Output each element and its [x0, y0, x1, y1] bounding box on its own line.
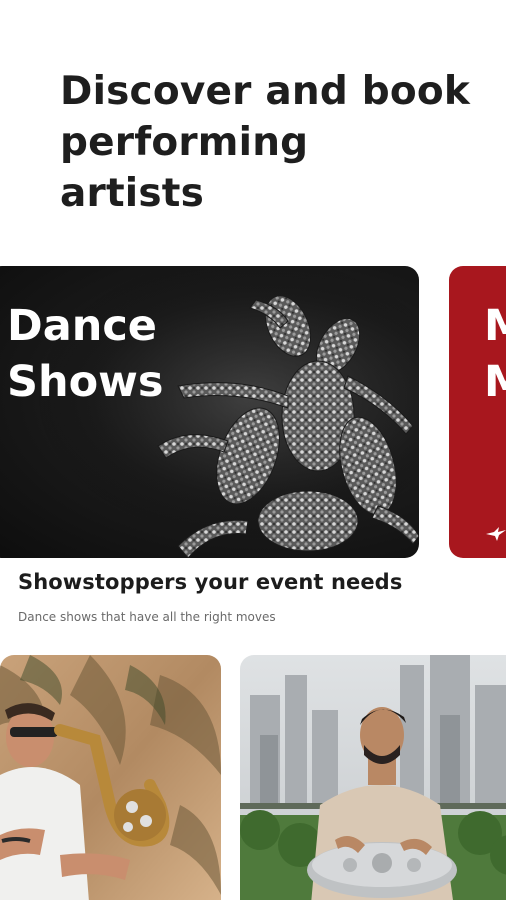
section-title: Showstoppers your event needs	[18, 570, 403, 594]
category-carousel[interactable]: Dance Shows M M	[0, 266, 506, 560]
handpan-player-photo	[240, 655, 506, 900]
category-card-music[interactable]: M M	[449, 266, 506, 558]
card-title-music: M M	[484, 298, 506, 410]
page-title-line-2: performing	[60, 120, 309, 165]
page-title: Discover and book performing artists	[60, 66, 480, 219]
saxophonist-photo	[0, 655, 221, 900]
card-title-line-1: Dance	[7, 301, 157, 351]
card-title-line-2: Shows	[7, 357, 164, 407]
bird-logo-icon	[486, 527, 506, 541]
card-title-dance-shows: Dance Shows	[7, 298, 163, 410]
page-title-line-1: Discover and book	[60, 69, 470, 114]
artist-card-handpan-player[interactable]	[240, 655, 506, 900]
category-card-dance-shows[interactable]: Dance Shows	[0, 266, 419, 558]
artist-card-saxophonist[interactable]	[0, 655, 221, 900]
card-title-line-2: M	[484, 357, 506, 407]
section-subtitle: Dance shows that have all the right move…	[18, 610, 276, 624]
page-title-line-3: artists	[60, 171, 205, 216]
card-title-line-1: M	[484, 301, 506, 351]
